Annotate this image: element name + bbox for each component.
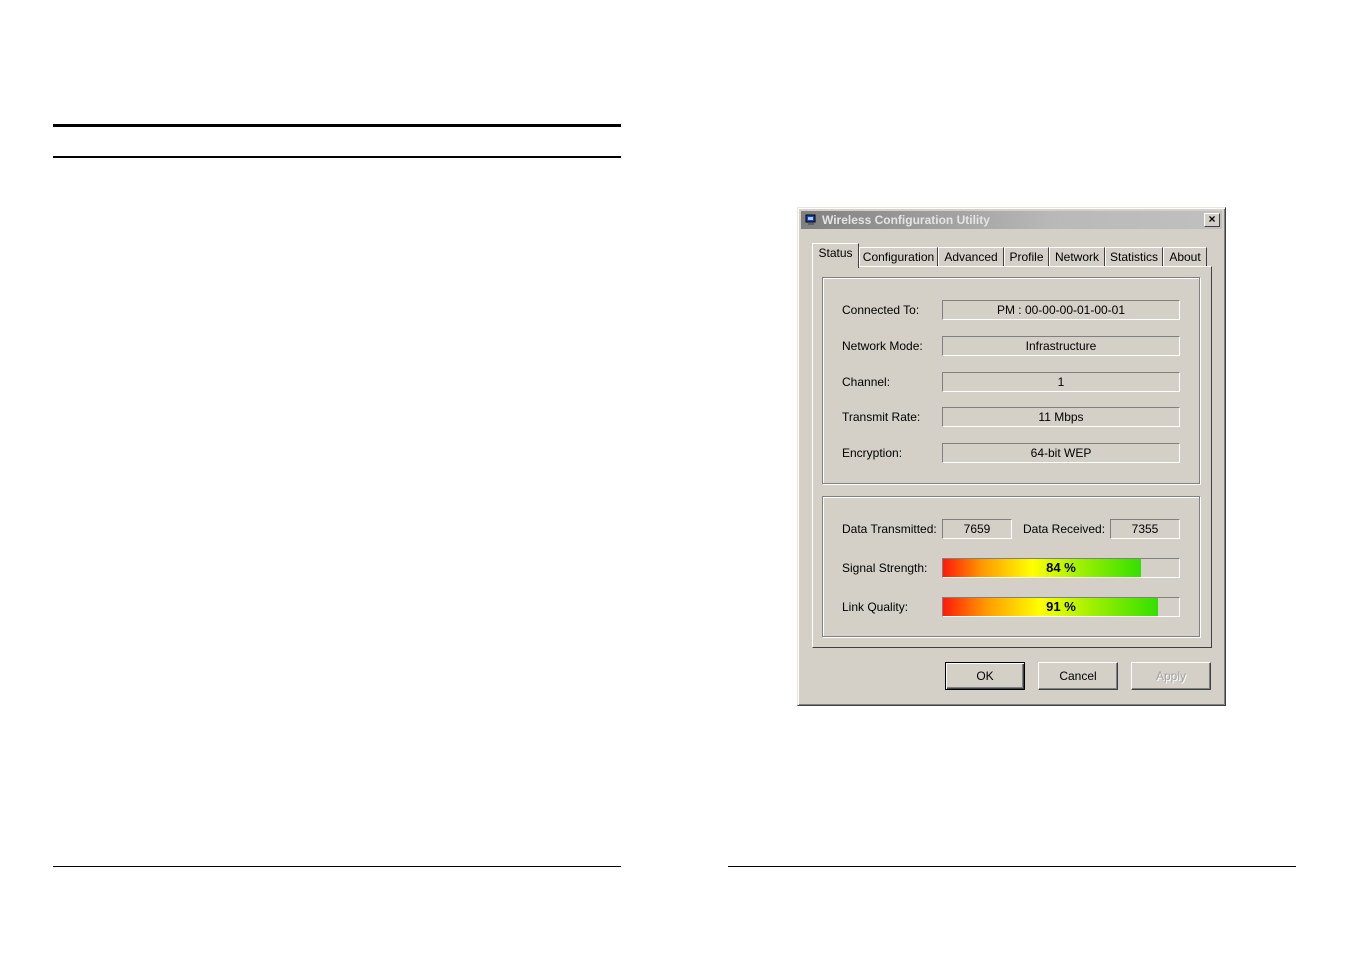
signal-strength-text: 84 % [1046, 560, 1076, 575]
title-bar[interactable]: Wireless Configuration Utility × [801, 211, 1222, 229]
wireless-config-dialog: Wireless Configuration Utility × Status … [797, 207, 1226, 706]
encryption-value: 64-bit WEP [942, 443, 1180, 463]
connected-to-label: Connected To: [842, 303, 920, 317]
encryption-label: Encryption: [842, 446, 903, 460]
transmit-rate-label: Transmit Rate: [842, 410, 921, 424]
link-quality-bar: 91 % [942, 597, 1180, 617]
link-quality-text: 91 % [1046, 599, 1076, 614]
data-transmitted-label: Data Transmitted: [842, 522, 937, 536]
tab-statistics[interactable]: Statistics [1105, 247, 1163, 267]
footer-rule-right [728, 866, 1296, 867]
ok-button[interactable]: OK [945, 662, 1025, 690]
data-transmitted-value: 7659 [942, 519, 1012, 539]
tab-profile[interactable]: Profile [1004, 247, 1049, 267]
footer-rule-left [53, 866, 621, 867]
network-mode-label: Network Mode: [842, 339, 923, 353]
data-received-value: 7355 [1110, 519, 1180, 539]
signal-strength-bar: 84 % [942, 558, 1180, 578]
tab-status[interactable]: Status [812, 243, 859, 268]
tab-configuration[interactable]: Configuration [859, 247, 938, 267]
connection-info-group: Connected To: PM : 00-00-00-01-00-01 Net… [822, 277, 1200, 484]
signal-strength-label: Signal Strength: [842, 561, 928, 575]
close-icon[interactable]: × [1204, 213, 1220, 227]
data-received-label: Data Received: [1023, 522, 1106, 536]
network-mode-value: Infrastructure [942, 336, 1180, 356]
channel-value: 1 [942, 372, 1180, 392]
tab-about[interactable]: About [1163, 247, 1207, 267]
channel-label: Channel: [842, 375, 891, 389]
traffic-group: Data Transmitted: 7659 Data Received: 73… [822, 496, 1200, 637]
window-title: Wireless Configuration Utility [822, 213, 990, 227]
tab-strip: Status Configuration Advanced Profile Ne… [812, 243, 1212, 268]
network-adapter-icon [805, 214, 816, 225]
apply-button[interactable]: Apply [1131, 662, 1211, 690]
status-tab-panel: Connected To: PM : 00-00-00-01-00-01 Net… [812, 266, 1212, 648]
link-quality-label: Link Quality: [842, 600, 909, 614]
tab-network[interactable]: Network [1049, 247, 1105, 267]
tab-advanced[interactable]: Advanced [938, 247, 1004, 267]
transmit-rate-value: 11 Mbps [942, 407, 1180, 427]
cancel-button[interactable]: Cancel [1038, 662, 1118, 690]
header-rule-thin [53, 156, 621, 158]
header-rule-thick [53, 124, 621, 127]
connected-to-value: PM : 00-00-00-01-00-01 [942, 300, 1180, 320]
